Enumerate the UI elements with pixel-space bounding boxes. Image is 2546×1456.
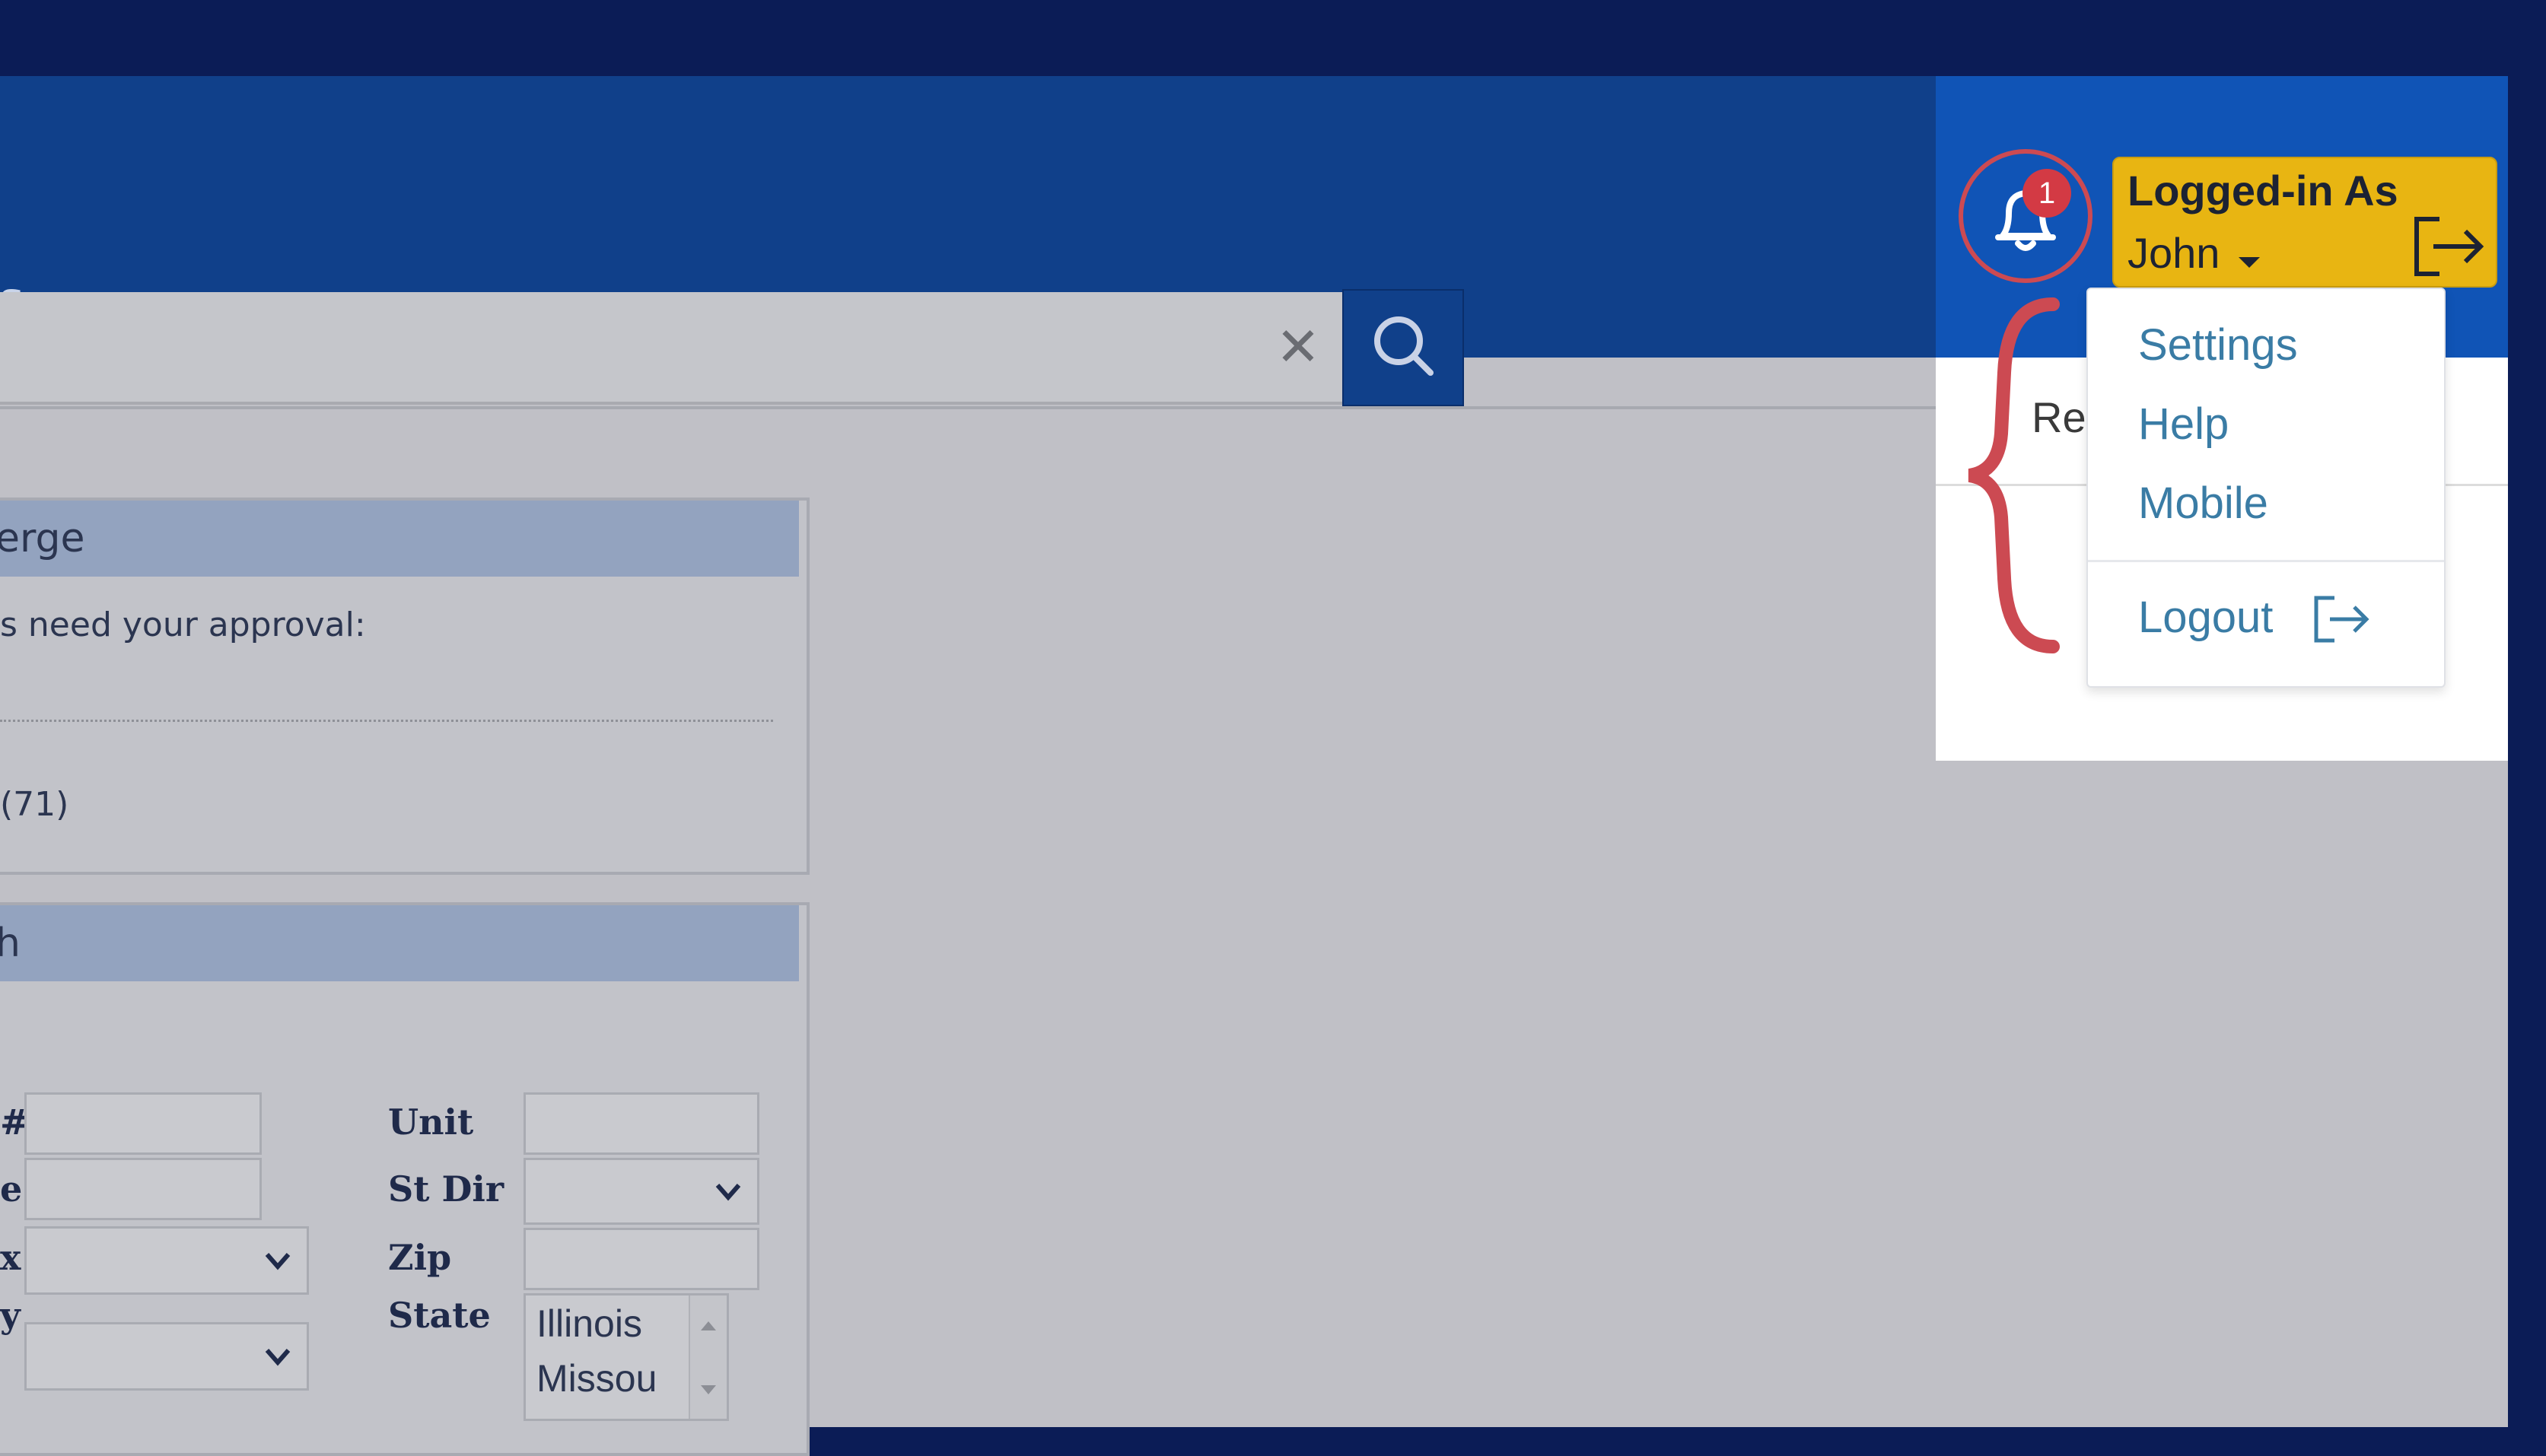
menu-item-logout[interactable]: Logout <box>2138 592 2273 643</box>
unit-input[interactable] <box>524 1092 759 1155</box>
search-button[interactable] <box>1342 289 1464 406</box>
property-search-panel-header: h <box>0 905 799 981</box>
search-icon <box>1374 316 1434 376</box>
close-icon[interactable]: ✕ <box>1275 319 1321 374</box>
caret-down-icon[interactable] <box>2239 257 2260 268</box>
scroll-down-icon <box>701 1385 716 1394</box>
approvals-panel-header: erge <box>0 501 799 577</box>
suffix-select[interactable] <box>24 1226 309 1295</box>
approvals-panel: erge <box>0 498 810 875</box>
menu-item-help[interactable]: Help <box>2138 399 2229 450</box>
state-label: State <box>388 1295 491 1336</box>
annotation-brace <box>1968 297 2060 653</box>
chevron-down-icon <box>265 1349 291 1366</box>
street-name-input[interactable] <box>24 1158 262 1220</box>
zip-input[interactable] <box>524 1228 759 1290</box>
st-dir-select[interactable] <box>524 1158 759 1225</box>
state-listbox[interactable]: Illinois Missou <box>524 1293 729 1421</box>
scroll-up-icon <box>701 1321 716 1330</box>
street-number-input[interactable] <box>24 1092 262 1155</box>
user-name[interactable]: John <box>2128 228 2220 278</box>
logout-icon[interactable] <box>2313 595 2371 644</box>
city-label: y <box>0 1295 21 1336</box>
search-input[interactable] <box>0 292 1342 405</box>
dotted-divider <box>0 720 773 722</box>
state-option[interactable]: Illinois <box>536 1302 642 1346</box>
street-name-label: e <box>0 1168 23 1210</box>
menu-divider <box>2088 560 2444 562</box>
menu-item-settings[interactable]: Settings <box>2138 319 2298 370</box>
st-dir-label: St Dir <box>388 1168 504 1210</box>
notification-badge: 1 <box>2022 169 2071 218</box>
approval-message: s need your approval: <box>0 606 366 644</box>
state-list-scrollbar[interactable] <box>689 1295 727 1419</box>
zip-label: Zip <box>388 1237 452 1278</box>
chevron-down-icon <box>715 1184 741 1201</box>
unit-label: Unit <box>388 1102 474 1143</box>
state-option[interactable]: Missou <box>536 1356 657 1400</box>
chevron-down-icon <box>265 1253 291 1270</box>
suffix-label: x <box>0 1237 21 1278</box>
logout-arrow-icon[interactable] <box>2411 215 2487 278</box>
page-gutter <box>2508 76 2546 1427</box>
city-select[interactable] <box>24 1322 309 1391</box>
menu-item-mobile[interactable]: Mobile <box>2138 478 2268 529</box>
approval-count-link[interactable]: (71) <box>0 785 68 824</box>
user-dropdown-menu: Settings Help Mobile Logout <box>2086 288 2446 688</box>
user-button-title: Logged-in As <box>2128 167 2398 215</box>
